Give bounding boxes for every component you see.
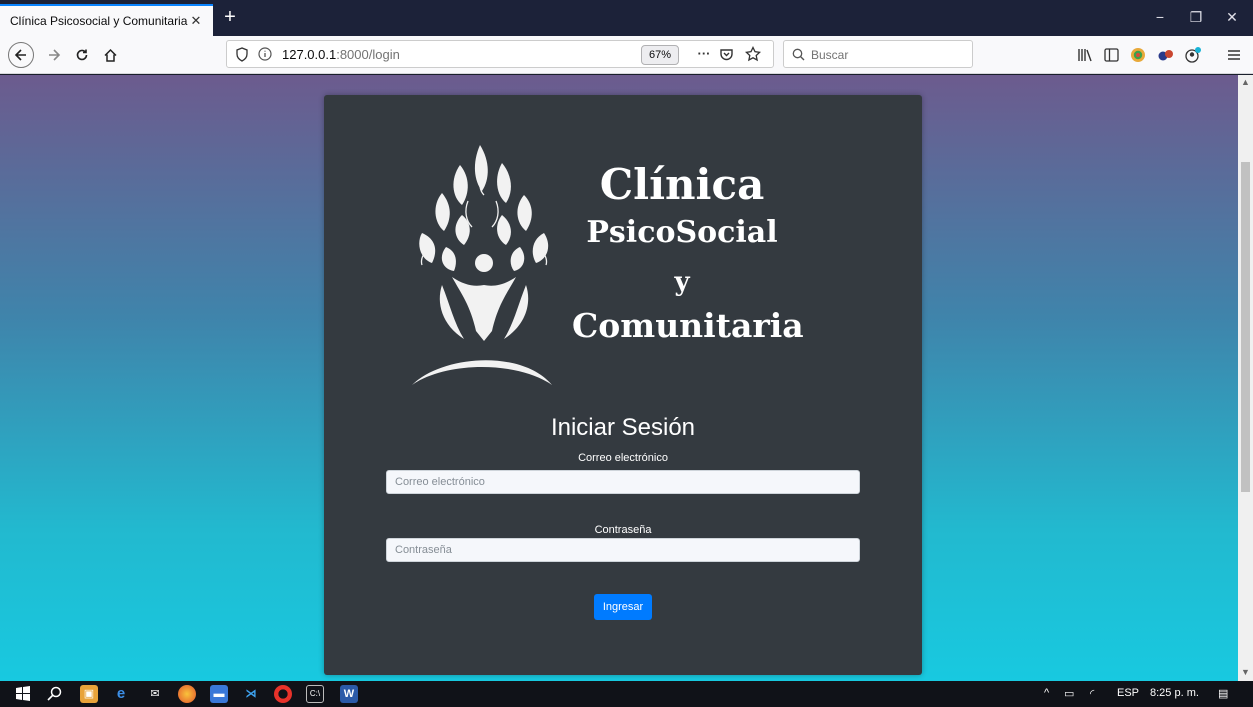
terminal-icon[interactable]: C:\: [306, 685, 324, 703]
tray-chevron-icon[interactable]: ^: [1044, 687, 1049, 699]
back-button[interactable]: [8, 42, 34, 68]
minimize-button[interactable]: −: [1140, 6, 1180, 30]
restore-button[interactable]: ❐: [1176, 6, 1216, 30]
sidebar-icon[interactable]: [1104, 48, 1119, 62]
email-label: Correo electrónico: [578, 452, 668, 464]
search-icon[interactable]: [46, 685, 64, 703]
firefox-icon[interactable]: [178, 685, 196, 703]
home-icon: [103, 48, 117, 62]
brand-line-3: y: [674, 267, 690, 297]
brand-line-1: Clínica: [599, 160, 765, 209]
page-viewport: Clínica PsicoSocial y Comunitaria Inicia…: [0, 75, 1238, 681]
zoom-level-badge[interactable]: 67%: [641, 45, 679, 65]
clock[interactable]: 8:25 p. m.: [1150, 687, 1199, 699]
tab-title: Clínica Psicosocial y Comunitaria: [10, 14, 188, 28]
forward-button[interactable]: [44, 42, 64, 68]
url-path: :8000/login: [336, 47, 400, 62]
url-bar[interactable]: 127.0.0.1:8000/login 67% ···: [226, 40, 774, 68]
brand-line-2: PsicoSocial: [586, 215, 778, 250]
notifications-icon[interactable]: ▤: [1218, 687, 1228, 700]
info-icon[interactable]: [258, 47, 272, 61]
url-text[interactable]: 127.0.0.1:8000/login: [282, 47, 400, 62]
home-button[interactable]: [100, 42, 120, 68]
file-explorer-icon[interactable]: ▬: [210, 685, 228, 703]
search-bar[interactable]: Buscar: [783, 40, 973, 68]
shield-icon[interactable]: [235, 47, 249, 62]
login-title: Iniciar Sesión: [550, 414, 696, 441]
library-icon[interactable]: [1077, 48, 1093, 62]
taskbar: ▣ e ✉ ▬ ⋊ C:\ W ^ ▭ ◜ ESP 8:25 p. m. ▤: [0, 681, 1253, 707]
forward-arrow-icon: [49, 49, 61, 61]
nav-bar: 127.0.0.1:8000/login 67% ··· Buscar: [0, 36, 1253, 74]
reload-button[interactable]: [72, 42, 92, 68]
store-icon[interactable]: ▣: [80, 685, 98, 703]
scroll-up-icon[interactable]: ▲: [1238, 77, 1253, 89]
windows-start-icon[interactable]: [14, 685, 32, 703]
submit-button[interactable]: Ingresar: [594, 594, 652, 620]
scroll-down-icon[interactable]: ▼: [1238, 667, 1253, 679]
network-icon[interactable]: ▭: [1064, 687, 1074, 700]
menu-icon[interactable]: [1227, 48, 1241, 62]
brand-line-4: Comunitaria: [572, 306, 804, 345]
password-field[interactable]: [386, 538, 860, 562]
edge-icon[interactable]: e: [112, 685, 130, 703]
brand-title: Clínica PsicoSocial y Comunitaria: [572, 157, 804, 349]
extension-icon-2[interactable]: [1157, 47, 1175, 63]
window-close-button[interactable]: ✕: [1212, 6, 1252, 30]
new-tab-button[interactable]: +: [220, 6, 240, 30]
extension-icon[interactable]: [1130, 47, 1146, 63]
wifi-icon[interactable]: ◜: [1090, 687, 1094, 700]
account-icon[interactable]: [1184, 46, 1202, 64]
opera-icon[interactable]: [274, 685, 292, 703]
clinic-logo-tree-icon: [412, 145, 552, 385]
mail-icon[interactable]: ✉: [146, 685, 164, 703]
bookmark-star-icon[interactable]: [745, 46, 761, 62]
scroll-thumb[interactable]: [1241, 162, 1250, 492]
login-card: Clínica PsicoSocial y Comunitaria Inicia…: [324, 95, 922, 675]
word-icon[interactable]: W: [340, 685, 358, 703]
tab-close-icon[interactable]: ✕: [189, 13, 203, 29]
reload-icon: [76, 49, 88, 61]
pocket-icon[interactable]: [719, 47, 734, 62]
search-icon: [792, 48, 805, 61]
language-indicator[interactable]: ESP: [1117, 687, 1139, 699]
page-scrollbar[interactable]: ▲ ▼: [1238, 75, 1253, 681]
email-field[interactable]: [386, 470, 860, 494]
back-arrow-icon: [14, 49, 26, 61]
tab-active[interactable]: Clínica Psicosocial y Comunitaria ✕: [0, 4, 213, 36]
search-placeholder: Buscar: [811, 48, 849, 62]
password-label: Contraseña: [594, 524, 652, 536]
vscode-icon[interactable]: ⋊: [242, 685, 260, 703]
url-host: 127.0.0.1: [282, 47, 337, 62]
tab-strip: Clínica Psicosocial y Comunitaria ✕ + − …: [0, 0, 1253, 36]
page-actions-icon[interactable]: ···: [695, 45, 713, 63]
